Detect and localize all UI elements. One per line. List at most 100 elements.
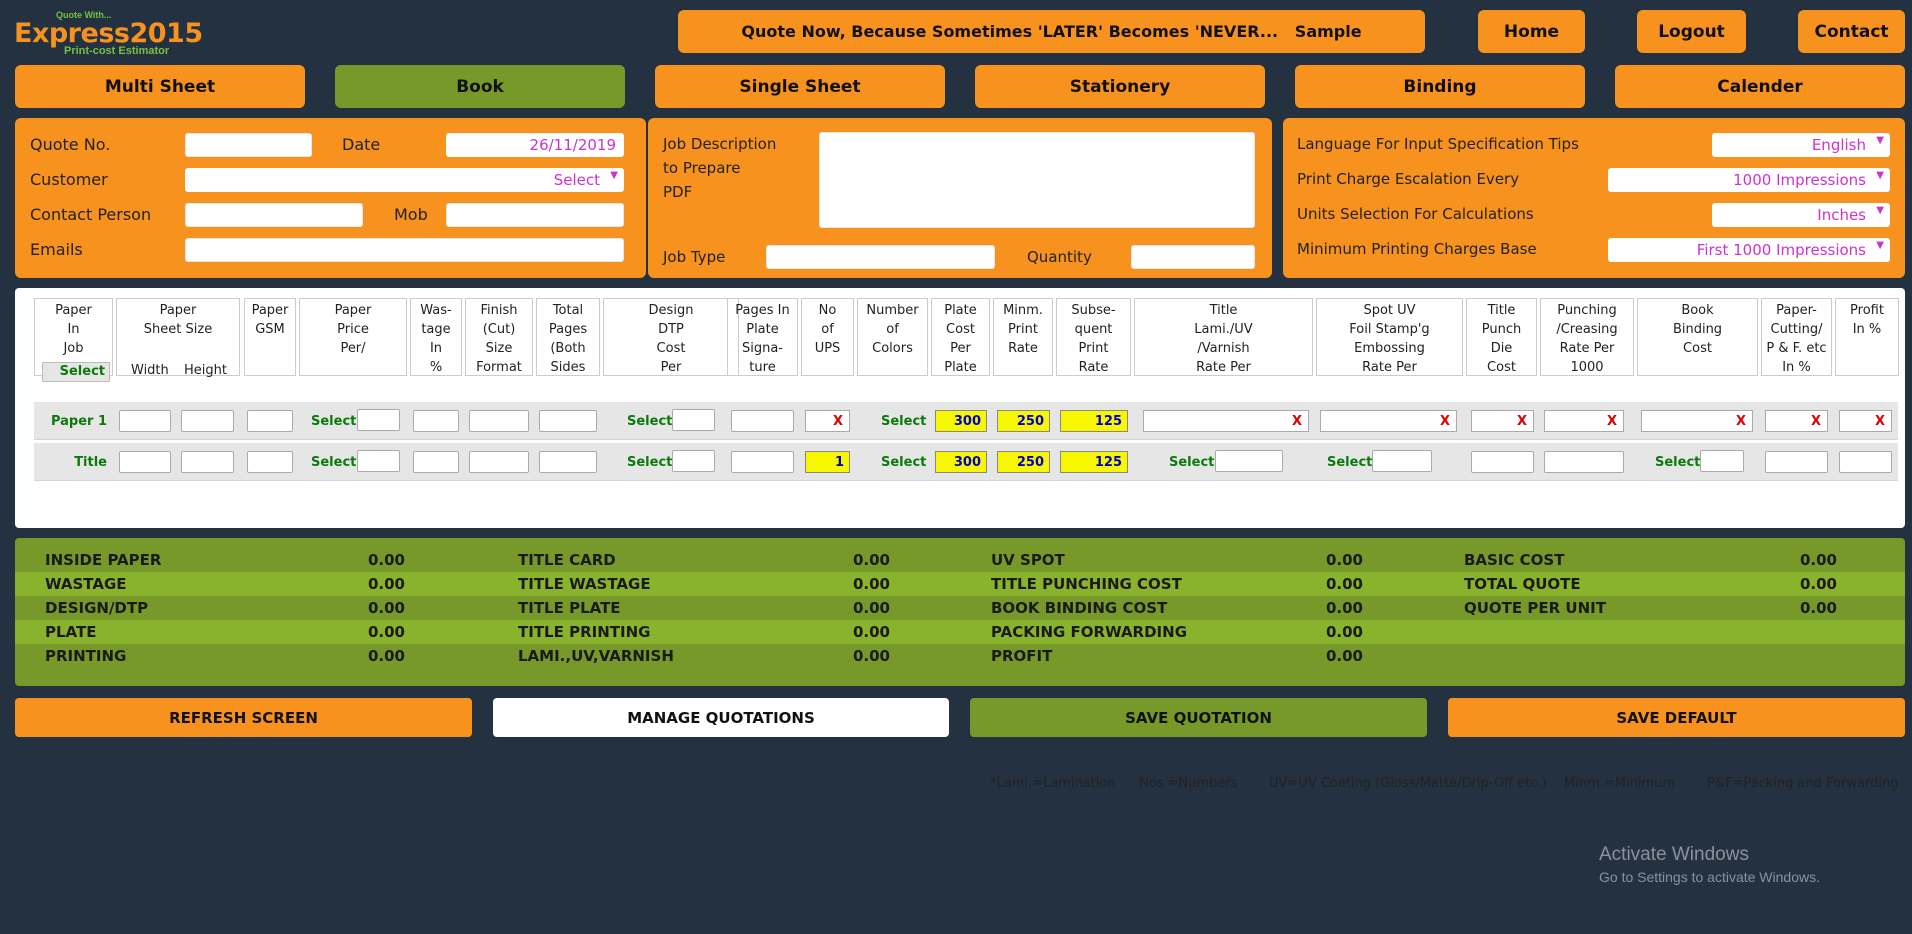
cutting-pf-input[interactable]: X [1765, 410, 1828, 432]
row-label: Paper 1 [50, 413, 107, 429]
pages-in-plate-input[interactable] [731, 410, 794, 432]
dtp-cost-input[interactable] [672, 450, 715, 472]
punching-rate-input[interactable]: X [1544, 410, 1624, 432]
chevron-down-icon: ▼ [1876, 205, 1884, 216]
column-header-text: Paper Price Per/ [334, 303, 372, 356]
column-header: Punching /Creasing Rate Per 1000 [1540, 298, 1634, 376]
units-select[interactable]: Inches ▼ [1712, 203, 1890, 227]
sheet-width-input[interactable] [119, 451, 171, 473]
job-description-textarea[interactable] [819, 132, 1255, 228]
tab-calender[interactable]: Calender [1615, 65, 1905, 108]
summary-value: 0.00 [1325, 551, 1363, 569]
wastage-input[interactable] [413, 410, 459, 432]
finish-size-input[interactable] [469, 410, 529, 432]
dtp-cost-select[interactable]: Select [627, 414, 672, 429]
paper-price-input[interactable] [357, 450, 400, 472]
book-binding-input[interactable]: X [1641, 410, 1753, 432]
dtp-cost-select[interactable]: Select [627, 455, 672, 470]
book-binding-input[interactable] [1700, 450, 1744, 472]
language-select[interactable]: English ▼ [1712, 133, 1890, 157]
tab-book[interactable]: Book [335, 65, 625, 108]
contact-button[interactable]: Contact [1798, 10, 1905, 53]
total-pages-input[interactable] [539, 410, 597, 432]
punching-rate-input[interactable] [1544, 451, 1624, 473]
column-header-text: Pages In Plate Signa- ture [735, 303, 790, 375]
book-binding-select[interactable]: Select [1655, 455, 1700, 470]
ups-input[interactable]: 1 [805, 451, 850, 473]
wastage-input[interactable] [413, 451, 459, 473]
colors-select[interactable]: Select [881, 455, 926, 470]
spot-uv-select[interactable]: Select [1327, 455, 1372, 470]
escalation-select[interactable]: 1000 Impressions ▼ [1608, 168, 1890, 192]
save-default-button[interactable]: SAVE DEFAULT [1448, 698, 1905, 737]
ups-input[interactable]: X [805, 410, 850, 432]
tab-binding[interactable]: Binding [1295, 65, 1585, 108]
emails-input[interactable] [185, 238, 624, 262]
profit-input[interactable] [1839, 451, 1892, 473]
refresh-screen-button[interactable]: REFRESH SCREEN [15, 698, 472, 737]
gsm-input[interactable] [247, 410, 293, 432]
paper-in-job-select-label: Select [59, 364, 105, 379]
punch-die-input[interactable]: X [1471, 410, 1534, 432]
column-header-text: Plate Cost Per Plate [944, 303, 977, 375]
customer-select[interactable]: Select ▼ [185, 168, 624, 192]
summary-label: TITLE CARD [518, 551, 616, 569]
contact-person-input[interactable] [185, 203, 363, 227]
subsequent-print-rate-input[interactable]: 125 [1060, 451, 1128, 473]
profit-input[interactable]: X [1839, 410, 1892, 432]
lamination-select[interactable]: Select [1169, 455, 1214, 470]
tab-stationery[interactable]: Stationery [975, 65, 1265, 108]
summary-value: 0.00 [852, 623, 890, 641]
units-select-value: Inches [1817, 206, 1866, 224]
quote-no-input[interactable] [185, 133, 312, 157]
summary-label: PROFIT [991, 647, 1053, 665]
finish-size-input[interactable] [469, 451, 529, 473]
colors-select[interactable]: Select [881, 414, 926, 429]
summary-label: BOOK BINDING COST [991, 599, 1168, 617]
date-input[interactable]: 26/11/2019 [446, 133, 624, 157]
job-description-panel: Job Description to Prepare PDF Job Type … [648, 118, 1272, 278]
pages-in-plate-input[interactable] [731, 451, 794, 473]
units-label: Units Selection For Calculations [1297, 205, 1534, 223]
column-header-text: Profit In % [1850, 303, 1884, 337]
tab-single-sheet[interactable]: Single Sheet [655, 65, 945, 108]
summary-label: TITLE WASTAGE [518, 575, 651, 593]
lamination-input[interactable] [1215, 450, 1283, 472]
cutting-pf-input[interactable] [1765, 451, 1828, 473]
tab-multi-sheet[interactable]: Multi Sheet [15, 65, 305, 108]
minm-print-rate-input[interactable]: 250 [997, 451, 1050, 473]
customer-label: Customer [30, 170, 108, 189]
job-type-input[interactable] [766, 245, 995, 269]
dtp-cost-input[interactable] [672, 409, 715, 431]
save-quotation-button[interactable]: SAVE QUOTATION [970, 698, 1427, 737]
minimum-charges-select[interactable]: First 1000 Impressions ▼ [1608, 238, 1890, 262]
paper-in-job-select[interactable]: Select [42, 362, 110, 382]
footnote-lamination: *Lami.=Lamination [990, 776, 1116, 791]
paper-price-input[interactable] [357, 409, 400, 431]
paper-price-select[interactable]: Select [311, 455, 356, 470]
spot-uv-input[interactable]: X [1320, 410, 1457, 432]
summary-label: UV SPOT [991, 551, 1065, 569]
home-button[interactable]: Home [1478, 10, 1585, 53]
chevron-down-icon: ▼ [610, 170, 618, 181]
punch-die-input[interactable] [1471, 451, 1534, 473]
logout-button[interactable]: Logout [1637, 10, 1746, 53]
column-header-text: Book Binding Cost [1672, 303, 1723, 356]
manage-quotations-button[interactable]: MANAGE QUOTATIONS [493, 698, 949, 737]
sheet-height-input[interactable] [181, 451, 234, 473]
subsequent-print-rate-input[interactable]: 125 [1060, 410, 1128, 432]
plate-cost-input[interactable]: 300 [935, 451, 987, 473]
lamination-input[interactable]: X [1143, 410, 1309, 432]
sheet-height-input[interactable] [181, 410, 234, 432]
job-desc-label-1: Job Description [663, 135, 777, 153]
plate-cost-input[interactable]: 300 [935, 410, 987, 432]
sheet-width-input[interactable] [119, 410, 171, 432]
quantity-input[interactable] [1131, 245, 1255, 269]
gsm-input[interactable] [247, 451, 293, 473]
total-pages-input[interactable] [539, 451, 597, 473]
summary-value: 0.00 [1799, 575, 1837, 593]
minm-print-rate-input[interactable]: 250 [997, 410, 1050, 432]
paper-price-select[interactable]: Select [311, 414, 356, 429]
mob-input[interactable] [446, 203, 624, 227]
spot-uv-input[interactable] [1372, 450, 1432, 472]
